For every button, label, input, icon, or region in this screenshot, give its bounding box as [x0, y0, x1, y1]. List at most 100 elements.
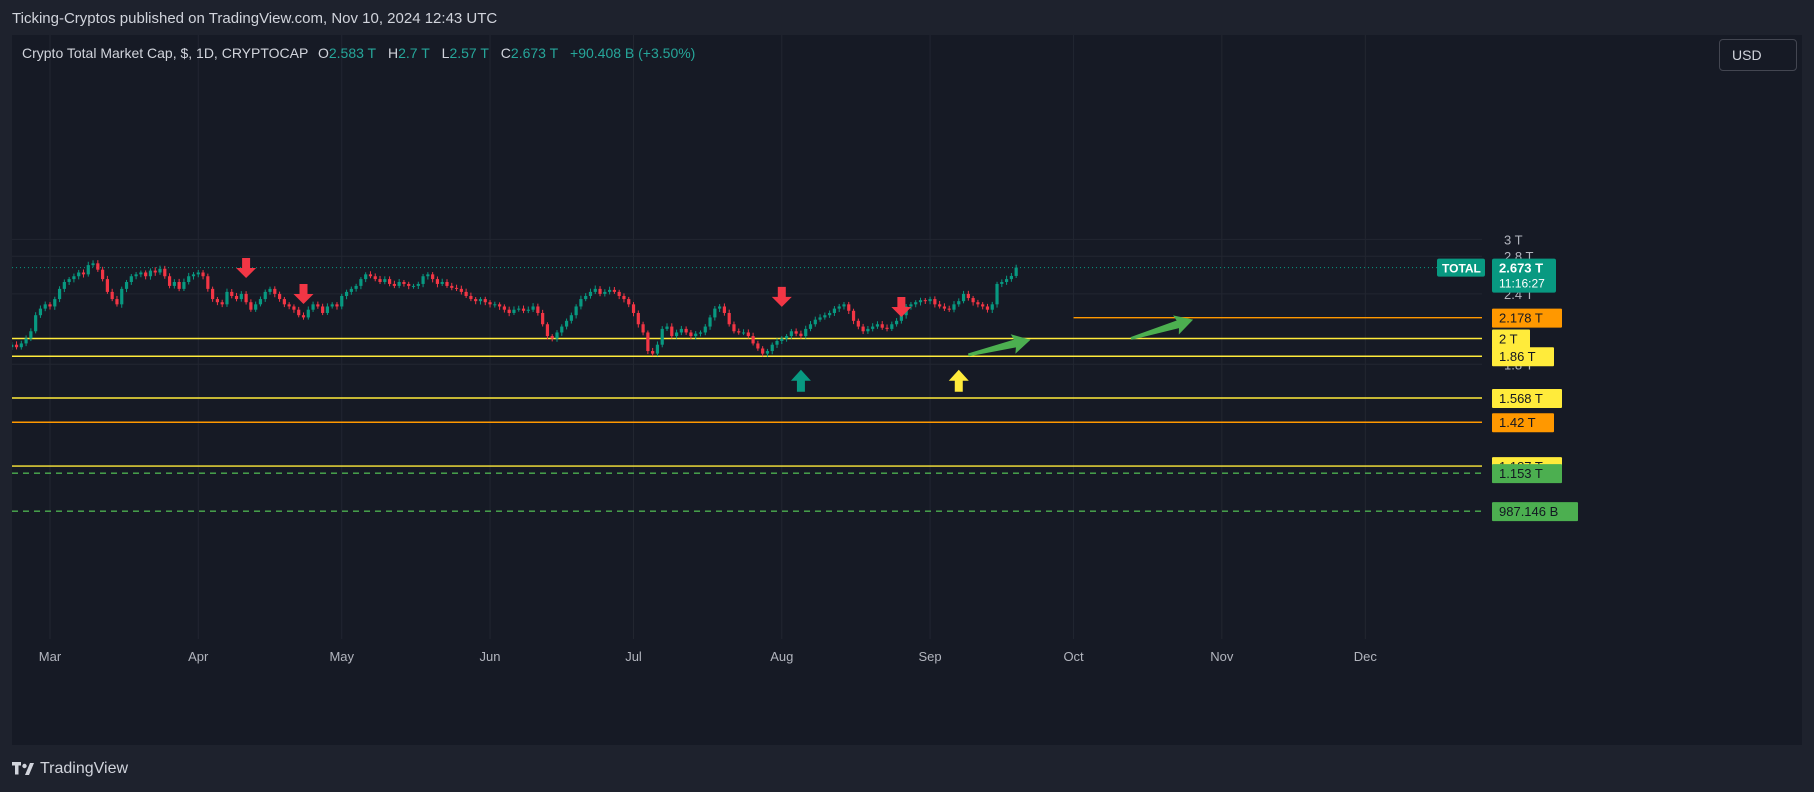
- candle-body: [440, 281, 444, 284]
- candle-body: [737, 331, 741, 333]
- x-tick-label: May: [329, 649, 354, 664]
- candle-body: [713, 308, 717, 318]
- level-label: 1.153 T: [1499, 466, 1543, 481]
- candle-body: [1000, 281, 1004, 284]
- candle-body: [885, 327, 889, 329]
- candle-body: [780, 338, 784, 341]
- candle-body: [727, 312, 731, 325]
- candle-body: [316, 304, 320, 307]
- candle-body: [909, 304, 913, 307]
- candle-body: [110, 291, 114, 300]
- candle-body: [306, 309, 310, 318]
- candle-body: [86, 265, 90, 275]
- candle-body: [340, 295, 344, 307]
- tradingview-brand: TradingView: [40, 760, 129, 777]
- candle-body: [354, 285, 358, 289]
- candle-body: [53, 299, 57, 307]
- candle-body: [148, 270, 153, 277]
- level-label: 1.568 T: [1499, 391, 1543, 406]
- level-label: 1.42 T: [1499, 415, 1536, 430]
- candle-body: [631, 304, 636, 313]
- candle-body: [847, 304, 851, 311]
- candle-body: [263, 291, 267, 300]
- candle-body: [722, 306, 727, 313]
- candle-body: [234, 295, 239, 300]
- candle-body: [617, 291, 621, 296]
- price-chart[interactable]: Mar Apr May Jun Jul Aug Sep Oct Nov Dec3 T2.8 T2.…: [12, 35, 1802, 745]
- candle-body: [12, 344, 14, 348]
- candle-body: [311, 304, 315, 310]
- candle-body: [24, 338, 28, 344]
- candle-body: [29, 331, 33, 339]
- candle-body: [684, 328, 688, 333]
- candle-body: [81, 272, 86, 275]
- candle-body: [942, 306, 947, 309]
- candle-body: [321, 306, 325, 313]
- candle-body: [19, 343, 23, 348]
- candle-body: [57, 288, 62, 300]
- candle-body: [105, 279, 109, 292]
- candle-body: [536, 306, 540, 313]
- candle-body: [971, 298, 975, 303]
- candle-body: [636, 312, 640, 325]
- candle-body: [627, 299, 631, 305]
- open-value: 2.583 T: [328, 45, 377, 61]
- candle-body: [861, 326, 865, 332]
- candle-body: [273, 288, 277, 294]
- candle-body: [67, 279, 71, 282]
- candle-body: [976, 302, 980, 305]
- candle-body: [402, 281, 406, 284]
- candle-body: [431, 274, 435, 280]
- candle-body: [230, 291, 234, 296]
- candle-body: [775, 340, 779, 345]
- candle-body: [144, 272, 148, 277]
- currency-button[interactable]: USD: [1719, 39, 1797, 71]
- candle-body: [914, 302, 918, 305]
- candle-body: [560, 326, 564, 333]
- candle-body: [545, 324, 550, 337]
- level-label: 2.178 T: [1499, 311, 1543, 326]
- candle-body: [894, 320, 899, 325]
- candle-body: [392, 283, 396, 286]
- candle-body: [593, 288, 597, 292]
- candle-body: [708, 317, 712, 327]
- candle-body: [933, 299, 937, 305]
- candle-body: [120, 288, 124, 305]
- candle-body: [239, 293, 243, 300]
- candle-body: [588, 291, 593, 296]
- candle-body: [277, 293, 282, 300]
- candle-body: [72, 276, 76, 280]
- x-tick-label: Nov: [1210, 649, 1234, 664]
- candle-body: [703, 326, 707, 333]
- candle-body: [512, 309, 516, 313]
- close-value: 2.673 T: [510, 45, 559, 61]
- candle-body: [335, 304, 339, 307]
- candle-body: [808, 324, 813, 329]
- candle-body: [249, 302, 253, 310]
- tradingview-footer[interactable]: TradingView: [12, 760, 128, 778]
- candle-body: [531, 306, 535, 310]
- x-tick-label: Apr: [188, 649, 209, 664]
- candle-body: [765, 351, 770, 354]
- candle-body: [871, 326, 875, 329]
- candle-body: [655, 344, 660, 354]
- candle-body: [359, 279, 363, 286]
- level-label: 2 T: [1499, 332, 1518, 347]
- candle-body: [254, 304, 258, 310]
- candle-body: [741, 332, 746, 334]
- candle-body: [521, 308, 526, 311]
- candle-body: [373, 276, 377, 280]
- candle-body: [215, 299, 220, 303]
- candle-body: [689, 332, 693, 337]
- candle-body: [421, 276, 425, 284]
- candle-body: [990, 304, 994, 310]
- candle-body: [488, 302, 492, 305]
- level-label: 1.86 T: [1499, 349, 1536, 364]
- symbol-title: Crypto Total Market Cap, $, 1D, CRYPTOCA…: [22, 45, 309, 61]
- x-tick-label: Jun: [480, 649, 501, 664]
- candle-body: [818, 317, 822, 320]
- candle-body: [679, 328, 683, 333]
- candle-body: [469, 295, 473, 300]
- candle-body: [498, 304, 502, 307]
- level-label: 987.146 B: [1499, 504, 1558, 519]
